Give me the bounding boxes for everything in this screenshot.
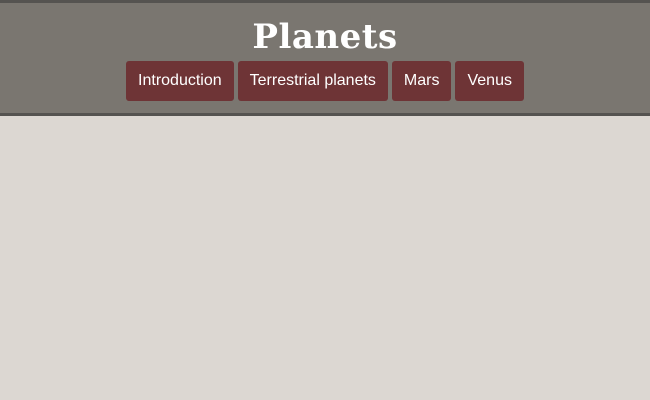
main-nav: Introduction Terrestrial planets Mars Ve…: [0, 61, 650, 101]
site-title: Planets: [252, 17, 398, 57]
nav-button-mars[interactable]: Mars: [391, 61, 452, 101]
nav-button-terrestrial-planets[interactable]: Terrestrial planets: [237, 61, 388, 101]
site-header: Planets Introduction Terrestrial planets…: [0, 0, 650, 116]
main-content: [0, 116, 650, 400]
nav-button-venus[interactable]: Venus: [455, 61, 524, 101]
nav-button-introduction[interactable]: Introduction: [126, 61, 234, 101]
